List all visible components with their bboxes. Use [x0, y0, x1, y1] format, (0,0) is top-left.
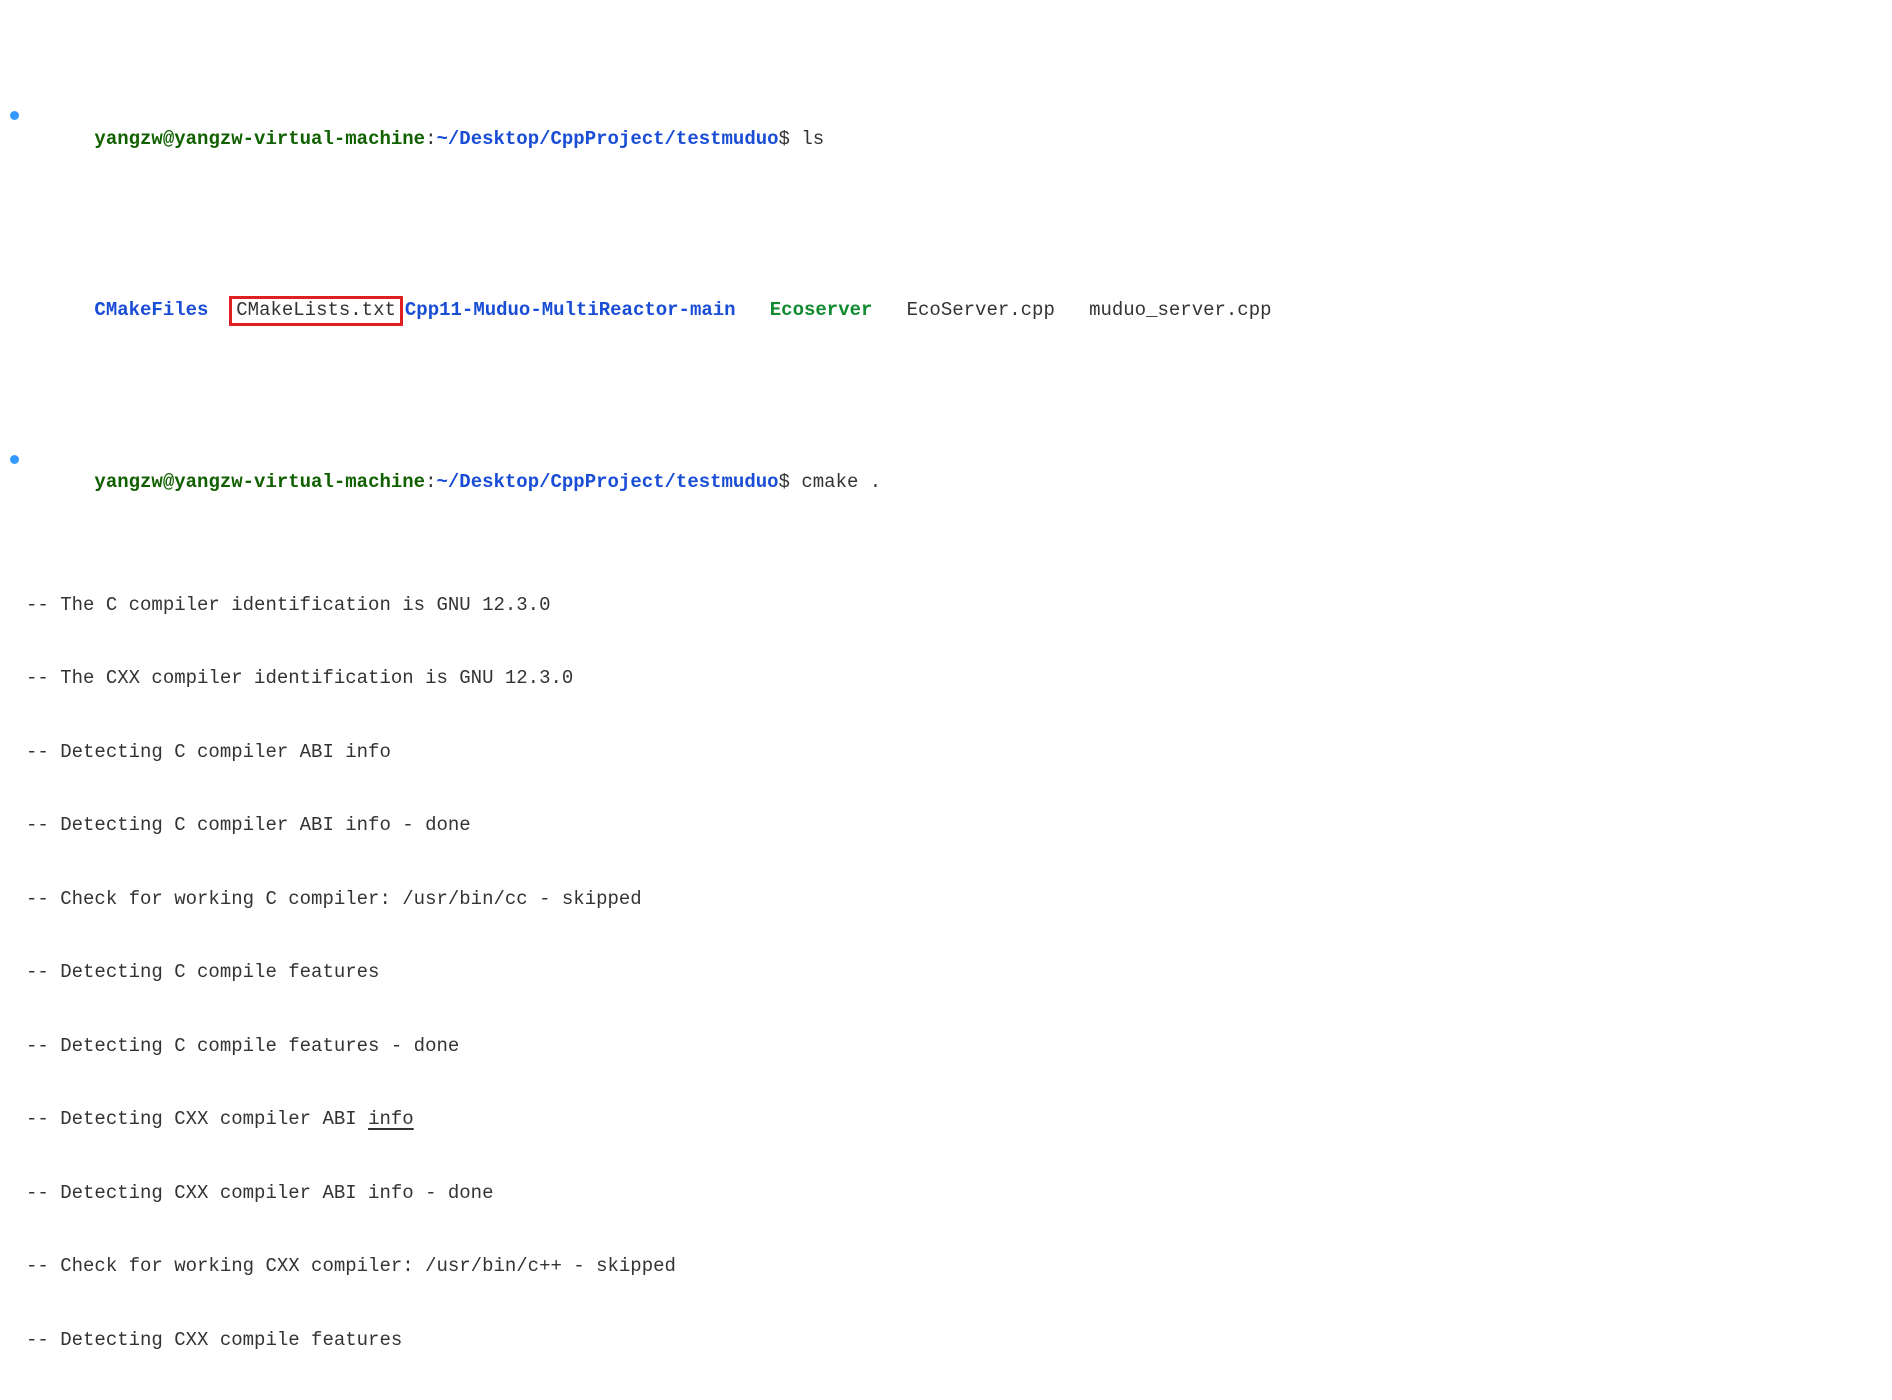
cmake-output: -- Detecting CXX compile features [8, 1328, 1892, 1353]
cmake-output: -- Detecting CXX compiler ABI info [8, 1107, 1892, 1132]
cmake-output: -- Detecting C compiler ABI info - done [8, 813, 1892, 838]
cmake-output: -- Detecting C compile features [8, 960, 1892, 985]
prompt-path: ~/Desktop/CppProject/testmuduo [436, 128, 778, 150]
cmake-output: -- Detecting CXX compiler ABI info - don… [8, 1181, 1892, 1206]
cmake-output: -- The C compiler identification is GNU … [8, 593, 1892, 618]
cmake-output: -- Check for working CXX compiler: /usr/… [8, 1254, 1892, 1279]
dir-cmakefiles: CMakeFiles [94, 299, 208, 321]
cmake-output: -- Detecting C compile features - done [8, 1034, 1892, 1059]
file-muduoservercpp: muduo_server.cpp [1089, 299, 1271, 321]
ls-output: CMakeFiles CMakeLists.txtCpp11-Muduo-Mul… [8, 274, 1892, 348]
prompt-userhost: yangzw@yangzw-virtual-machine [94, 128, 425, 150]
dir-cpp11: Cpp11-Muduo-MultiReactor-main [405, 299, 736, 321]
cmake-output: -- Check for working C compiler: /usr/bi… [8, 887, 1892, 912]
bullet-icon [10, 455, 19, 464]
prompt-line-cmake: yangzw@yangzw-virtual-machine:~/Desktop/… [8, 446, 1892, 520]
file-ecoservercpp: EcoServer.cpp [907, 299, 1055, 321]
prompt-line-ls: yangzw@yangzw-virtual-machine:~/Desktop/… [8, 102, 1892, 176]
cmake-output: -- The CXX compiler identification is GN… [8, 666, 1892, 691]
cmake-output: -- Detecting C compiler ABI info [8, 740, 1892, 765]
command-ls: ls [801, 128, 824, 150]
bullet-icon [10, 111, 19, 120]
command-cmake: cmake . [801, 471, 881, 493]
exe-ecoserver: Ecoserver [770, 299, 873, 321]
terminal[interactable]: yangzw@yangzw-virtual-machine:~/Desktop/… [0, 0, 1892, 1400]
highlight-cmakelists: CMakeLists.txt [229, 296, 403, 326]
